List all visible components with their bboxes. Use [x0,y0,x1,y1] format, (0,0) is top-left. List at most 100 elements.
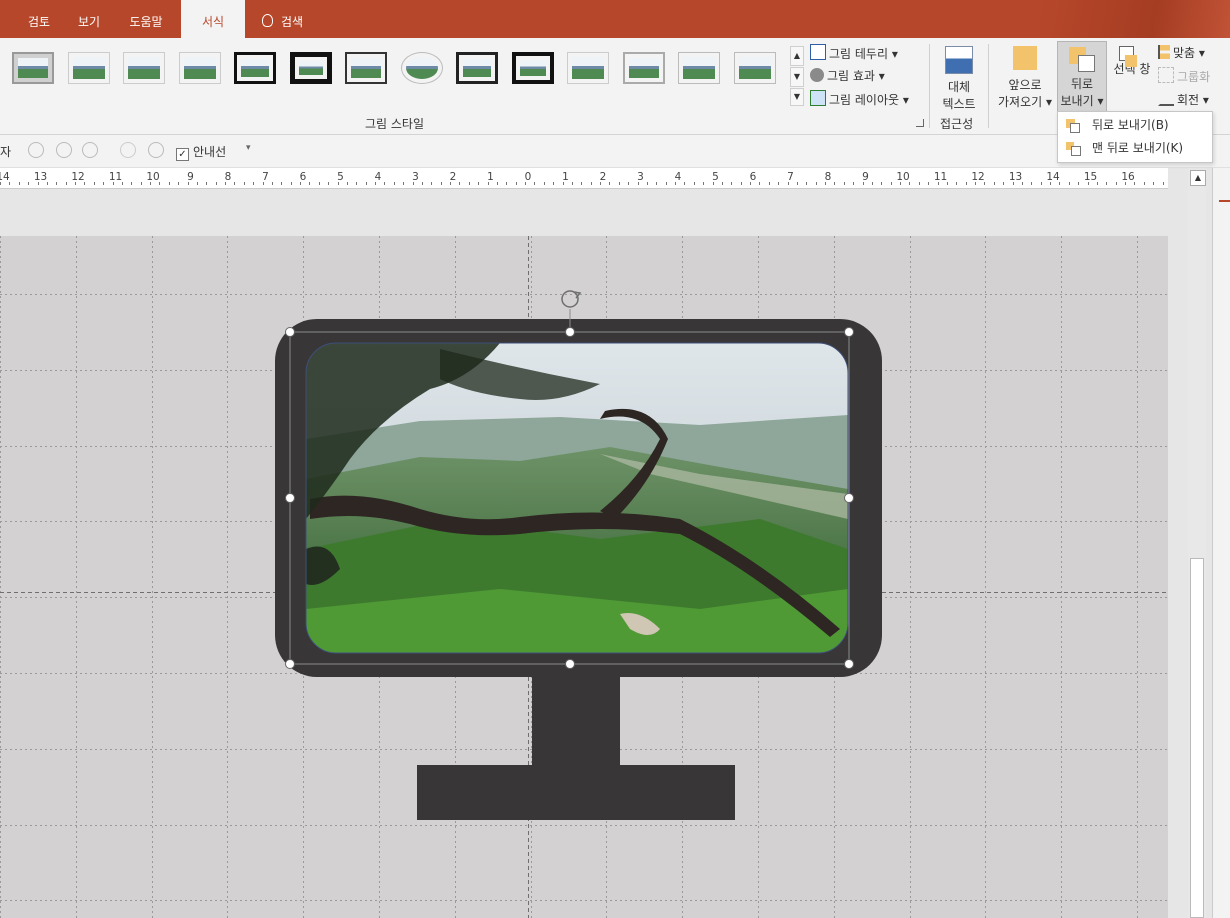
bring-forward-icon [1013,46,1037,70]
ruler-tick [1153,182,1155,185]
alt-text-label-1: 대체 [947,80,971,94]
gallery-more-button[interactable]: ▼ [790,88,804,106]
ruler-tick [103,182,105,185]
right-task-pane-edge [1212,168,1230,918]
ruler-tick [93,182,95,185]
alt-text-button[interactable]: 대체 텍스트 [938,44,980,111]
picture-style-thumbnail[interactable] [678,52,720,84]
rotate-button[interactable]: 회전 ▾ [1158,90,1209,108]
gallery-scroll-up-button[interactable]: ▲ [790,46,804,66]
rotation-handle-icon[interactable] [561,290,582,308]
send-backward-label-1: 뒤로 [1070,77,1094,91]
ruler-tick [796,182,798,185]
title-bar-decoration [1040,0,1230,38]
merge-shapes-icon[interactable] [28,142,44,158]
ruler-tick [196,182,198,185]
picture-style-thumbnail[interactable] [511,52,554,84]
ruler-tick [1059,182,1061,185]
ruler-tick [215,182,217,185]
group-button[interactable]: 그룹화 [1158,67,1210,85]
accessibility-group-label: 접근성 [940,117,974,131]
ruler-tick [1031,182,1033,185]
ruler-tick [431,182,433,185]
send-backward-button[interactable]: 뒤로 보내기 ▾ [1057,41,1107,113]
ruler-tick [281,182,283,185]
picture-style-thumbnail[interactable] [289,52,332,84]
picture-style-thumbnail[interactable] [12,52,54,84]
checkbox-checked-icon: ✓ [176,148,189,161]
ruler-tick [178,182,180,185]
picture-style-thumbnail[interactable] [123,52,165,84]
ruler-tick [618,182,620,185]
guides-label: 안내선 [193,145,227,159]
picture-style-thumbnail[interactable] [345,52,387,84]
scroll-up-icon[interactable]: ▲ [1190,170,1206,186]
menu-item-send-backward[interactable]: 뒤로 보내기(B) [1058,114,1210,136]
ruler-tick [581,182,583,185]
ruler-tick [684,182,686,185]
monitor-illustration [275,290,882,820]
tab-help[interactable]: 도움말 [118,0,174,38]
vertical-scrollbar[interactable]: ▲ [1188,168,1206,918]
monitor-stand[interactable] [532,675,620,767]
fragment-shapes-icon[interactable] [82,142,98,158]
tell-me-search[interactable]: 검색 [258,0,322,38]
resize-handle-top-right [844,327,854,337]
ruler-tick [159,182,161,185]
combine-shapes-icon[interactable] [56,142,72,158]
tab-format[interactable]: 서식 [181,0,245,38]
ruler-tick [356,182,358,185]
ruler-tick-label: 13 [1008,171,1023,183]
ruler-tick [600,182,601,185]
picture-style-thumbnail[interactable] [67,52,110,84]
scrollbar-thumb[interactable] [1190,558,1204,918]
tab-view[interactable]: 보기 [68,0,110,38]
picture-style-thumbnail[interactable] [400,52,443,84]
resize-handle-bottom-left [285,659,295,669]
ruler-tick [1021,182,1023,185]
picture-border-button[interactable]: 그림 테두리 ▾ [810,44,898,62]
picture-style-thumbnail[interactable] [567,52,609,84]
picture-style-thumbnail[interactable] [733,52,776,84]
landscape-picture[interactable] [306,343,848,653]
picture-style-thumbnail[interactable] [178,52,221,84]
gallery-scroll-down-button[interactable]: ▼ [790,67,804,87]
resize-handle-bottom-right [844,659,854,669]
ruler-tick [328,182,330,185]
guides-checkbox[interactable]: ✓ 안내선 [176,143,226,161]
ruler-tick [1115,182,1117,185]
ruler-tick [393,182,395,185]
menu-item-send-to-back[interactable]: 맨 뒤로 보내기(K) [1058,137,1210,159]
ruler-tick [271,182,273,185]
pane-accent-line [1219,200,1230,202]
ruler-tick [37,182,39,185]
ruler-tick [18,182,20,185]
rotate-icon [1158,90,1174,106]
menu-item-label: 뒤로 보내기(B) [1092,118,1169,132]
bring-forward-button[interactable]: 앞으로 가져오기 ▾ [996,44,1054,110]
picture-effects-button[interactable]: 그림 효과 ▾ [810,67,885,84]
picture-style-thumbnail[interactable] [234,52,276,84]
tab-review[interactable]: 검토 [18,0,60,38]
toolbar-customize-icon[interactable]: ▾ [246,143,251,153]
ruler-tick-label: 12 [971,171,985,183]
picture-style-thumbnail[interactable] [622,52,665,84]
dialog-launcher-icon[interactable] [916,119,924,127]
ruler-tick [450,182,451,185]
ruler-tick [1078,182,1080,185]
ruler-tick [646,182,648,185]
ruler-tick [909,182,911,185]
align-button[interactable]: 맞춤 ▾ [1158,44,1205,61]
picture-layout-button[interactable]: 그림 레이아웃 ▾ [810,90,909,108]
selection-pane-button[interactable]: 선택 창 [1110,44,1152,110]
ribbon: ▲ ▼ ▼ 그림 테두리 ▾ 그림 효과 ▾ 그림 레이아웃 ▾ 그림 스타일 … [0,38,1230,135]
picture-style-thumbnail[interactable] [456,52,498,84]
rotate-label: 회전 [1177,93,1200,107]
monitor-base[interactable] [417,765,735,820]
ruler-tick [815,182,817,185]
intersect-shapes-icon[interactable] [120,142,136,158]
ruler-tick [693,182,695,185]
ruler-tick [421,182,423,185]
subtract-shapes-icon[interactable] [148,142,164,158]
ruler-tick-label: 13 [33,171,48,183]
